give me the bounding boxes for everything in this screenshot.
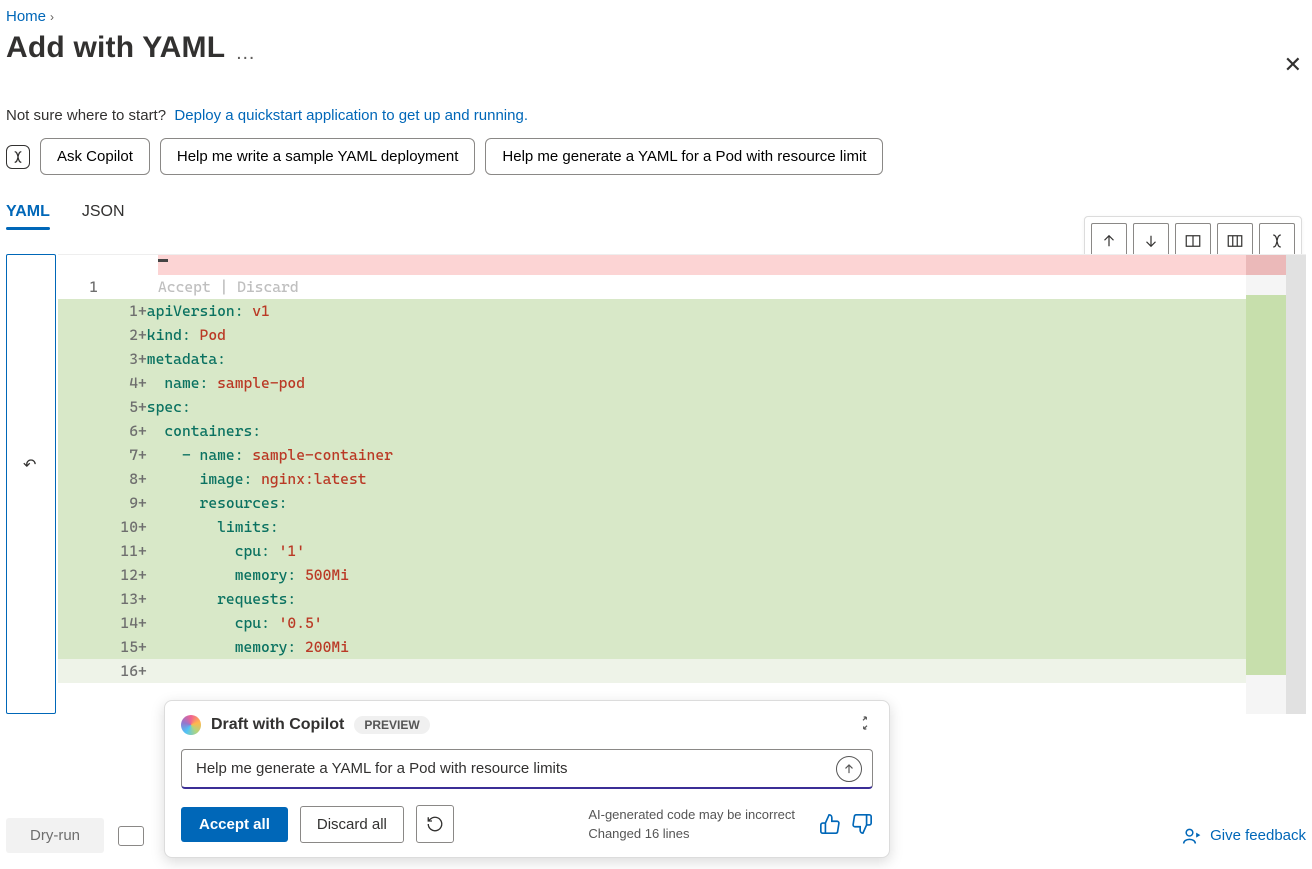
diff-removed-region — [158, 255, 1246, 275]
code-line[interactable]: 7+ - name: sample-container — [58, 443, 1246, 467]
copilot-input-text: Help me generate a YAML for a Pod with r… — [196, 760, 568, 777]
copilot-logo-icon — [181, 715, 201, 735]
code-line[interactable]: 3+metadata: — [58, 347, 1246, 371]
code-line[interactable]: 2+kind: Pod — [58, 323, 1246, 347]
code-line[interactable]: 8+ image: nginx:latest — [58, 467, 1246, 491]
send-button[interactable] — [836, 756, 862, 782]
undo-icon[interactable]: ↶ — [23, 455, 36, 475]
tab-json[interactable]: JSON — [82, 199, 125, 240]
feedback-icon — [1182, 826, 1202, 846]
code-line[interactable]: 14+ cpu: '0.5' — [58, 611, 1246, 635]
code-line[interactable]: 4+ name: sample-pod — [58, 371, 1246, 395]
suggestion-1-button[interactable]: Help me write a sample YAML deployment — [160, 138, 476, 175]
code-line[interactable]: 10+ limits: — [58, 515, 1246, 539]
collapse-button[interactable] — [857, 715, 873, 731]
more-actions-button[interactable]: … — [235, 42, 255, 65]
dry-run-button[interactable]: Dry-run — [6, 818, 104, 853]
code-line[interactable]: 9+ resources: — [58, 491, 1246, 515]
code-line[interactable]: 1+apiVersion: v1 — [58, 299, 1246, 323]
code-line[interactable]: 12+ memory: 500Mi — [58, 563, 1246, 587]
give-feedback-label: Give feedback — [1210, 827, 1306, 844]
ask-copilot-button[interactable]: Ask Copilot — [40, 138, 150, 175]
code-line[interactable]: 5+spec: — [58, 395, 1246, 419]
copilot-input[interactable]: Help me generate a YAML for a Pod with r… — [181, 749, 873, 789]
secondary-action-button[interactable] — [118, 826, 144, 846]
code-line[interactable]: 11+ cpu: '1' — [58, 539, 1246, 563]
page-title: Add with YAML — [6, 31, 225, 65]
accept-discard-inline[interactable]: 1Accept | Discard — [58, 275, 1246, 299]
preview-badge: PREVIEW — [354, 716, 429, 734]
code-line[interactable]: 16+ — [58, 659, 1246, 683]
helper-question: Not sure where to start? — [6, 107, 166, 124]
minimap-removed-icon — [1246, 255, 1286, 275]
copilot-title: Draft with Copilot — [211, 716, 344, 734]
quickstart-link[interactable]: Deploy a quickstart application to get u… — [174, 107, 528, 124]
breadcrumb-home-link[interactable]: Home — [6, 8, 46, 25]
breakpoint-gutter[interactable]: ↶ — [6, 254, 56, 714]
chevron-right-icon: › — [50, 10, 54, 24]
minimap[interactable] — [1246, 255, 1306, 714]
code-editor[interactable]: 1Accept | Discard1+apiVersion: v12+kind:… — [58, 254, 1306, 714]
breadcrumb: Home › — [6, 4, 1306, 31]
close-button[interactable]: ✕ — [1284, 52, 1302, 78]
suggestion-2-button[interactable]: Help me generate a YAML for a Pod with r… — [485, 138, 883, 175]
code-line[interactable]: 15+ memory: 200Mi — [58, 635, 1246, 659]
give-feedback-link[interactable]: Give feedback — [1182, 826, 1306, 846]
minimap-added-icon — [1246, 295, 1286, 675]
tab-yaml[interactable]: YAML — [6, 199, 50, 240]
copilot-icon — [6, 145, 30, 169]
code-line[interactable]: 13+ requests: — [58, 587, 1246, 611]
code-line[interactable]: 6+ containers: — [58, 419, 1246, 443]
helper-text: Not sure where to start? Deploy a quicks… — [6, 107, 1306, 124]
minimap-scrollbar[interactable] — [1286, 255, 1306, 714]
